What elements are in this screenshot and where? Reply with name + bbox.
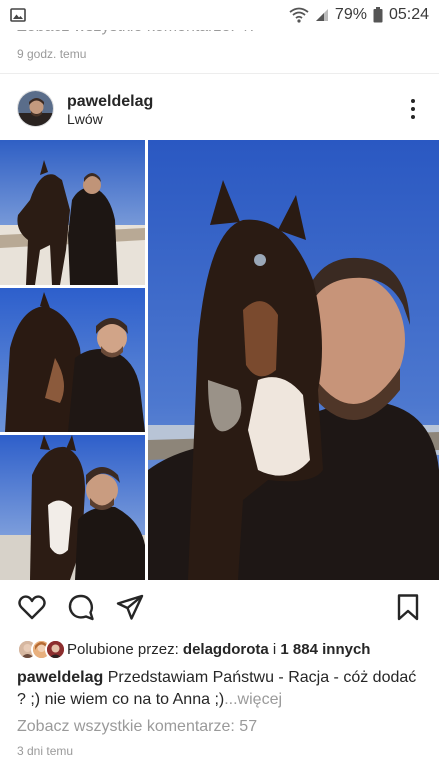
- comment-icon[interactable]: [66, 592, 96, 622]
- post-username[interactable]: paweldelag: [67, 93, 153, 111]
- caption-more-link[interactable]: ...więcej: [224, 691, 282, 708]
- clock: 05:24: [388, 6, 429, 23]
- post-header: paweldelag Lwów: [0, 84, 439, 134]
- heart-icon[interactable]: [17, 592, 47, 622]
- bookmark-icon[interactable]: [393, 592, 423, 622]
- collage-photo-bottom-left: [0, 435, 145, 580]
- liker-avatar: [45, 639, 66, 660]
- likes-summary[interactable]: Polubione przez: delagdorota i 1 884 inn…: [17, 639, 370, 660]
- feed-divider: [0, 73, 439, 74]
- post-actions: [0, 590, 439, 624]
- likes-text: Polubione przez: delagdorota i 1 884 inn…: [67, 641, 370, 658]
- status-bar: 79% 05:24: [0, 0, 439, 30]
- signal-icon: [315, 9, 328, 21]
- wifi-icon: [289, 7, 309, 23]
- avatar[interactable]: [17, 90, 54, 127]
- first-liker-link[interactable]: delagdorota: [183, 641, 269, 658]
- image-icon: [10, 8, 26, 22]
- battery-icon: [373, 7, 383, 23]
- status-right: 79% 05:24: [289, 6, 429, 24]
- collage-photo-top-left: [0, 140, 145, 285]
- post-photo-collage[interactable]: [0, 140, 439, 580]
- more-vertical-icon[interactable]: [401, 96, 425, 122]
- likes-connector: i: [268, 641, 281, 658]
- caption-username[interactable]: paweldelag: [17, 669, 103, 686]
- liker-avatars: [17, 639, 66, 660]
- previous-post-time: 9 godz. temu: [17, 47, 87, 61]
- status-left: [10, 8, 26, 22]
- post-caption: paweldelag Przedstawiam Państwu - Racja …: [17, 667, 427, 711]
- likes-prefix: Polubione przez:: [67, 641, 183, 658]
- other-likers-link[interactable]: 1 884 innych: [280, 641, 370, 658]
- post-location[interactable]: Lwów: [67, 111, 103, 127]
- battery-percent: 79%: [334, 6, 367, 23]
- post-time: 3 dni temu: [17, 744, 74, 758]
- view-comments-link[interactable]: Zobacz wszystkie komentarze: 57: [17, 718, 257, 736]
- collage-photo-large: [148, 140, 439, 580]
- collage-photo-middle-left: [0, 288, 145, 432]
- send-icon[interactable]: [115, 592, 145, 622]
